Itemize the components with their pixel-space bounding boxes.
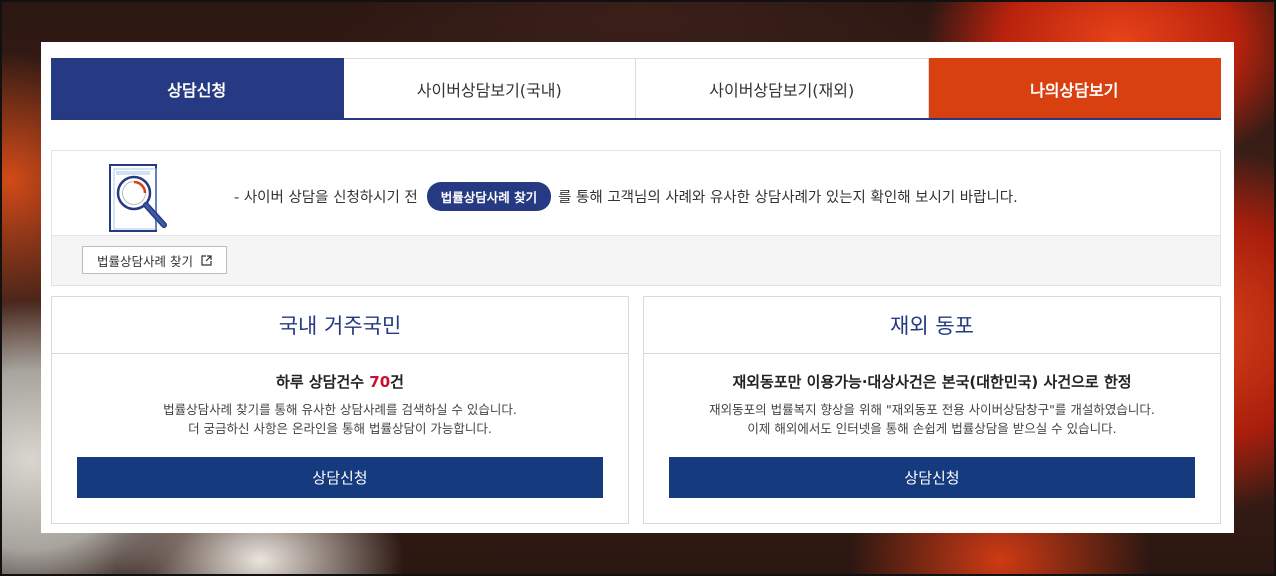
notice-text-after: 를 통해 고객님의 사례와 유사한 상담사례가 있는지 확인해 보시기 바랍니다…	[558, 190, 1018, 206]
case-search-pill[interactable]: 법률상담사례 찾기	[426, 182, 552, 211]
daily-consultation-count: 하루 상담건수 70건	[52, 371, 628, 392]
desc-line: 재외동포의 법률복지 향상을 위해 "재외동포 전용 사이버상담창구"를 개설하…	[709, 402, 1155, 417]
consultation-panel: 상담신청 사이버상담보기(국내) 사이버상담보기(재외) 나의상담보기 - 사이…	[41, 42, 1234, 533]
tab-my-consultation[interactable]: 나의상담보기	[928, 58, 1221, 118]
desc-line: 법률상담사례 찾기를 통해 유사한 상담사례를 검색하실 수 있습니다.	[163, 402, 517, 417]
external-link-icon	[201, 254, 212, 266]
apply-consultation-button[interactable]: 상담신청	[77, 457, 603, 498]
notice-footer: 법률상담사례 찾기	[52, 235, 1220, 285]
tab-apply-consultation[interactable]: 상담신청	[51, 58, 344, 118]
card-description: 재외동포의 법률복지 향상을 위해 "재외동포 전용 사이버상담창구"를 개설하…	[644, 400, 1220, 438]
find-case-button[interactable]: 법률상담사례 찾기	[82, 246, 227, 274]
notice-text-before: - 사이버 상담을 신청하시기 전	[234, 190, 418, 206]
find-case-button-label: 법률상담사례 찾기	[97, 253, 193, 269]
card-title: 재외 동포	[644, 297, 1220, 354]
overseas-koreans-card: 재외 동포 재외동포만 이용가능·대상사건은 본국(대한민국) 사건으로 한정 …	[643, 296, 1221, 524]
count-prefix: 하루 상담건수	[276, 373, 370, 391]
magnifier-document-icon	[109, 164, 167, 232]
desc-line: 이제 해외에서도 인터넷을 통해 손쉽게 법률상담을 받으실 수 있습니다.	[747, 421, 1117, 436]
eligibility-note: 재외동포만 이용가능·대상사건은 본국(대한민국) 사건으로 한정	[732, 373, 1132, 391]
tab-cyber-consultation-domestic[interactable]: 사이버상담보기(국내)	[343, 58, 636, 118]
card-title: 국내 거주국민	[52, 297, 628, 354]
notice-text: - 사이버 상담을 신청하시기 전 법률상담사례 찾기 를 통해 고객님의 사례…	[234, 182, 1018, 211]
notice-box: - 사이버 상담을 신청하시기 전 법률상담사례 찾기 를 통해 고객님의 사례…	[51, 150, 1221, 286]
card-description: 법률상담사례 찾기를 통해 유사한 상담사례를 검색하실 수 있습니다. 더 궁…	[52, 400, 628, 438]
tab-cyber-consultation-overseas[interactable]: 사이버상담보기(재외)	[636, 58, 929, 118]
count-suffix: 건	[390, 373, 404, 391]
apply-consultation-button[interactable]: 상담신청	[669, 457, 1195, 498]
tab-bar: 상담신청 사이버상담보기(국내) 사이버상담보기(재외) 나의상담보기	[51, 58, 1221, 120]
domestic-residents-card: 국내 거주국민 하루 상담건수 70건 법률상담사례 찾기를 통해 유사한 상담…	[51, 296, 629, 524]
count-number: 70	[369, 373, 391, 391]
desc-line: 더 궁금하신 사항은 온라인을 통해 법률상담이 가능합니다.	[188, 421, 492, 436]
